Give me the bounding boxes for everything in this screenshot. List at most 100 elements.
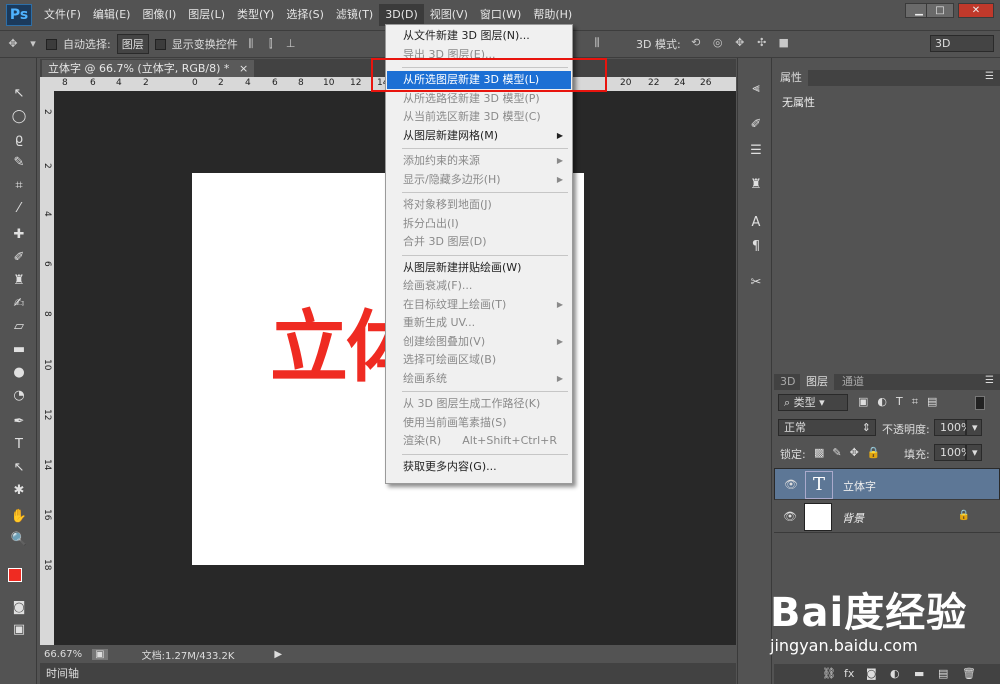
history-brush-tool-icon[interactable]: ✍ — [8, 294, 30, 314]
trash-icon[interactable]: 🗑 — [962, 667, 976, 680]
layer-name[interactable]: 背景 — [842, 510, 864, 526]
eyedropper-tool-icon[interactable]: ⁄ — [8, 199, 30, 219]
foreground-color-swatch[interactable] — [8, 568, 22, 582]
path-select-tool-icon[interactable]: ↖ — [8, 458, 30, 478]
close-tab-icon[interactable]: × — [239, 62, 248, 75]
eraser-tool-icon[interactable]: ▱ — [8, 317, 30, 337]
lasso-tool-icon[interactable]: ϱ — [8, 130, 30, 150]
fx-icon[interactable]: fx — [844, 667, 854, 680]
quick-mask-icon[interactable]: ◙ — [8, 598, 30, 618]
layer-filter-select[interactable]: ⌕ 类型 ▾ — [778, 394, 848, 411]
menu-item[interactable]: 获取更多内容(G)... — [387, 458, 571, 476]
eye-icon[interactable]: 👁 — [784, 478, 798, 491]
character-icon[interactable]: A — [747, 214, 765, 232]
tab-channels[interactable]: 通道 — [836, 374, 870, 390]
fill-dropdown[interactable]: ▾ — [966, 444, 982, 461]
blend-mode-select[interactable]: 正常 ⇕ — [778, 419, 876, 436]
workspace-select[interactable]: 3D — [930, 35, 994, 52]
zoom-tool-icon[interactable]: 🔍 — [8, 530, 30, 550]
menu-select[interactable]: 选择(S) — [280, 4, 330, 26]
orbit-icon[interactable]: ⟲ — [689, 36, 703, 50]
filter-toggle[interactable] — [975, 396, 985, 410]
clone-source-icon[interactable]: ♜ — [747, 176, 765, 194]
document-tab[interactable]: 立体字 @ 66.7% (立体字, RGB/8) * × — [42, 60, 255, 77]
align-middle-icon[interactable]: ⫿ — [264, 37, 278, 51]
layer-row-background[interactable]: 👁 背景 🔒 — [774, 501, 1000, 533]
fill-input[interactable]: 100% — [934, 444, 971, 461]
menu-file[interactable]: 文件(F) — [38, 4, 87, 26]
align-bottom-icon[interactable]: ⊥ — [284, 37, 298, 51]
pen-tool-icon[interactable]: ✒ — [8, 412, 30, 432]
pan-icon[interactable]: ✥ — [733, 36, 747, 50]
panel-menu-icon[interactable]: ☰ — [985, 71, 994, 82]
menu-view[interactable]: 视图(V) — [424, 4, 474, 26]
lock-pixels-icon[interactable]: ▩ — [814, 446, 824, 459]
image-filter-icon[interactable]: ▣ — [858, 395, 868, 409]
tab-3d[interactable]: 3D — [774, 374, 802, 390]
tools-preset-icon[interactable]: ✂ — [747, 274, 765, 292]
shape-filter-icon[interactable]: ⌗ — [912, 395, 918, 409]
timeline-panel-tab[interactable]: 时间轴 — [40, 663, 736, 684]
quick-select-tool-icon[interactable]: ✎ — [8, 153, 30, 173]
histogram-icon[interactable]: ⫷ — [747, 80, 765, 98]
maximize-button[interactable]: □ — [926, 3, 954, 18]
menu-window[interactable]: 窗口(W) — [474, 4, 527, 26]
paragraph-icon[interactable]: ¶ — [747, 238, 765, 256]
menu-help[interactable]: 帮助(H) — [527, 4, 578, 26]
adjust-filter-icon[interactable]: ◐ — [877, 395, 887, 409]
shape-tool-icon[interactable]: ✱ — [8, 481, 30, 501]
dodge-tool-icon[interactable]: ◔ — [8, 386, 30, 406]
link-icon[interactable]: ⛓ — [822, 667, 836, 680]
eye-icon[interactable]: 👁 — [783, 510, 797, 523]
hand-tool-icon[interactable]: ✋ — [8, 507, 30, 527]
healing-tool-icon[interactable]: ✚ — [8, 225, 30, 245]
marquee-tool-icon[interactable]: ◯ — [8, 107, 30, 127]
slide-icon[interactable]: ✣ — [755, 36, 769, 50]
smart-filter-icon[interactable]: ▤ — [927, 395, 937, 409]
menu-edit[interactable]: 编辑(E) — [87, 4, 137, 26]
panel-menu-icon[interactable]: ☰ — [985, 375, 994, 386]
auto-select-checkbox[interactable] — [46, 38, 57, 50]
distribute-icon[interactable]: ⫼ — [590, 36, 604, 50]
brush-preset-icon[interactable]: ✐ — [747, 116, 765, 134]
tool-preset-icon[interactable]: ▾ — [26, 37, 40, 51]
stamp-tool-icon[interactable]: ♜ — [8, 271, 30, 291]
menu-image[interactable]: 图像(I) — [136, 4, 182, 26]
lock-paint-icon[interactable]: ✎ — [832, 446, 841, 459]
gradient-tool-icon[interactable]: ▬ — [8, 340, 30, 360]
status-icon[interactable]: ▣ — [92, 648, 108, 660]
zoom-level[interactable]: 66.67% — [44, 649, 82, 660]
layer-row-text[interactable]: 👁 T 立体字 — [774, 468, 1000, 500]
type-tool-icon[interactable]: T — [8, 435, 30, 455]
mask-icon[interactable]: ◙ — [866, 667, 877, 680]
folder-icon[interactable]: ▬ — [914, 667, 924, 680]
adjust-icon[interactable]: ◐ — [890, 667, 900, 680]
tab-layers[interactable]: 图层 — [800, 374, 834, 390]
brush-tool-icon[interactable]: ✐ — [8, 248, 30, 268]
screen-mode-icon[interactable]: ▣ — [8, 620, 30, 640]
menu-layer[interactable]: 图层(L) — [182, 4, 231, 26]
move-tool-icon[interactable]: ↖ — [8, 84, 30, 104]
menu-item[interactable]: 从文件新建 3D 图层(N)... — [387, 27, 571, 45]
crop-tool-icon[interactable]: ⌗ — [8, 176, 30, 196]
brush-settings-icon[interactable]: ☰ — [747, 142, 765, 160]
align-top-icon[interactable]: ⫼ — [244, 37, 258, 51]
show-transform-checkbox[interactable] — [154, 38, 166, 50]
close-button[interactable]: ✕ — [958, 3, 994, 18]
opacity-dropdown[interactable]: ▾ — [966, 419, 982, 436]
menu-type[interactable]: 类型(Y) — [231, 4, 280, 26]
move-tool-icon[interactable]: ✥ — [6, 37, 20, 51]
type-filter-icon[interactable]: T — [896, 395, 903, 409]
layer-select-dropdown[interactable]: 图层 — [116, 34, 149, 54]
menu-item[interactable]: 从图层新建拼贴绘画(W) — [387, 259, 571, 277]
blur-tool-icon[interactable]: ● — [8, 363, 30, 383]
roll-icon[interactable]: ◎ — [711, 36, 725, 50]
properties-tab[interactable]: 属性 — [774, 70, 808, 86]
new-layer-icon[interactable]: ▤ — [938, 667, 948, 680]
menu-filter[interactable]: 滤镜(T) — [330, 4, 379, 26]
lock-position-icon[interactable]: ✥ — [850, 446, 859, 459]
scale-icon[interactable]: ■ — [777, 36, 791, 50]
menu-3d[interactable]: 3D(D) — [379, 4, 424, 26]
menu-item[interactable]: 从图层新建网格(M) ▶ — [387, 127, 571, 145]
status-menu-arrow[interactable]: ▶ — [274, 649, 282, 660]
